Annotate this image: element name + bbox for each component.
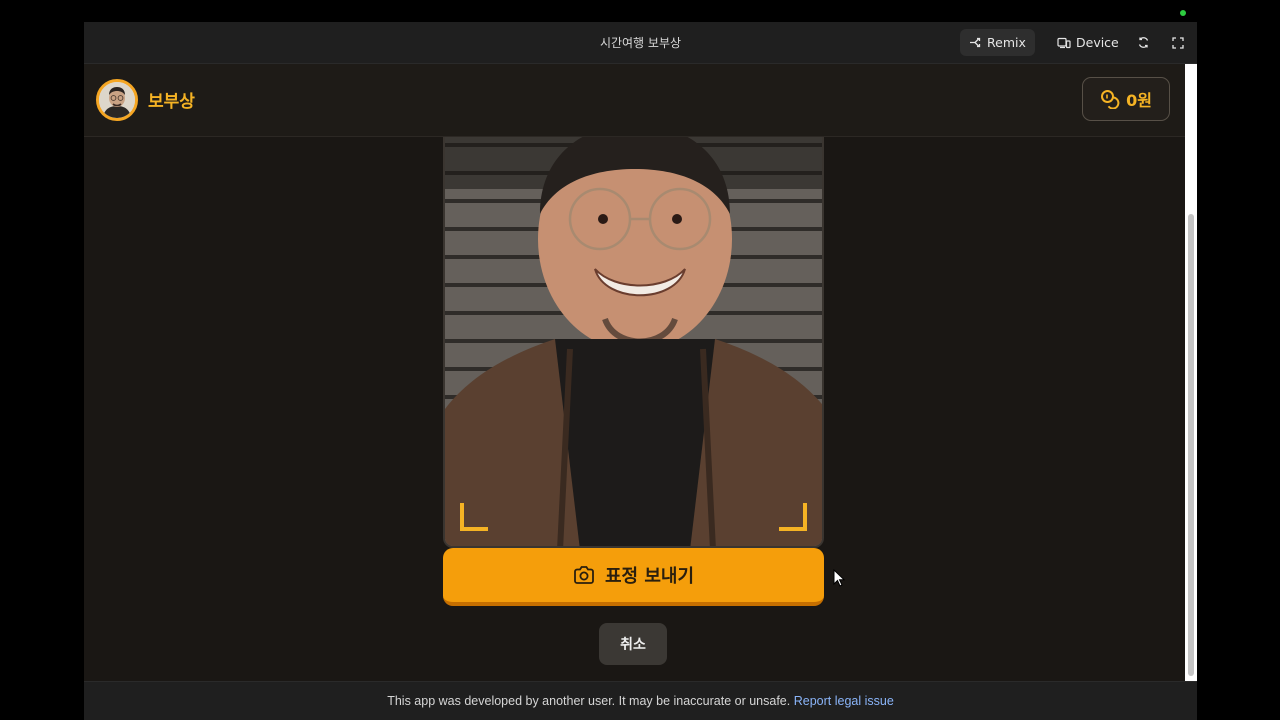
scrollbar[interactable] xyxy=(1185,64,1197,681)
avatar-portrait-icon xyxy=(99,82,135,118)
coin-balance[interactable]: 0원 xyxy=(1082,77,1170,121)
scrollbar-thumb[interactable] xyxy=(1188,214,1194,676)
recording-indicator xyxy=(1180,10,1186,16)
remix-label: Remix xyxy=(987,35,1026,50)
app-window: 시간여행 보부상 Remix Device 보부상 0원 표정 보내기 취소 T… xyxy=(84,22,1197,720)
send-expression-label: 표정 보내기 xyxy=(604,566,695,587)
remix-icon xyxy=(970,37,981,48)
remix-button[interactable]: Remix xyxy=(960,29,1035,56)
device-icon xyxy=(1057,37,1071,48)
send-expression-button[interactable]: 표정 보내기 xyxy=(443,548,824,606)
mouse-cursor-icon xyxy=(833,569,845,587)
report-legal-issue-link[interactable]: Report legal issue xyxy=(794,694,894,708)
camera-feed-image xyxy=(445,119,822,546)
refresh-icon xyxy=(1138,37,1149,48)
footer-notice: This app was developed by another user. … xyxy=(84,681,1197,720)
fullscreen-button[interactable] xyxy=(1166,29,1190,56)
brand-title: 보부상 xyxy=(148,92,195,112)
footer-notice-text: This app was developed by another user. … xyxy=(387,694,791,708)
device-button[interactable]: Device xyxy=(1048,29,1128,56)
avatar[interactable] xyxy=(96,79,138,121)
frame-corner-bottom-right xyxy=(779,503,807,531)
expand-icon xyxy=(1172,36,1184,49)
coins-icon xyxy=(1101,90,1120,109)
window-toolbar: 시간여행 보부상 Remix Device xyxy=(84,22,1197,64)
screen: 시간여행 보부상 Remix Device 보부상 0원 표정 보내기 취소 T… xyxy=(0,0,1280,720)
app-header: 보부상 0원 xyxy=(84,64,1185,137)
app-content: 보부상 0원 표정 보내기 취소 xyxy=(84,64,1185,681)
sync-button[interactable] xyxy=(1131,29,1156,56)
device-label: Device xyxy=(1076,35,1119,50)
cancel-button[interactable]: 취소 xyxy=(599,623,667,665)
camera-preview xyxy=(443,117,824,548)
coin-amount: 0원 xyxy=(1126,91,1152,110)
camera-icon xyxy=(574,566,594,584)
frame-corner-bottom-left xyxy=(460,503,488,531)
